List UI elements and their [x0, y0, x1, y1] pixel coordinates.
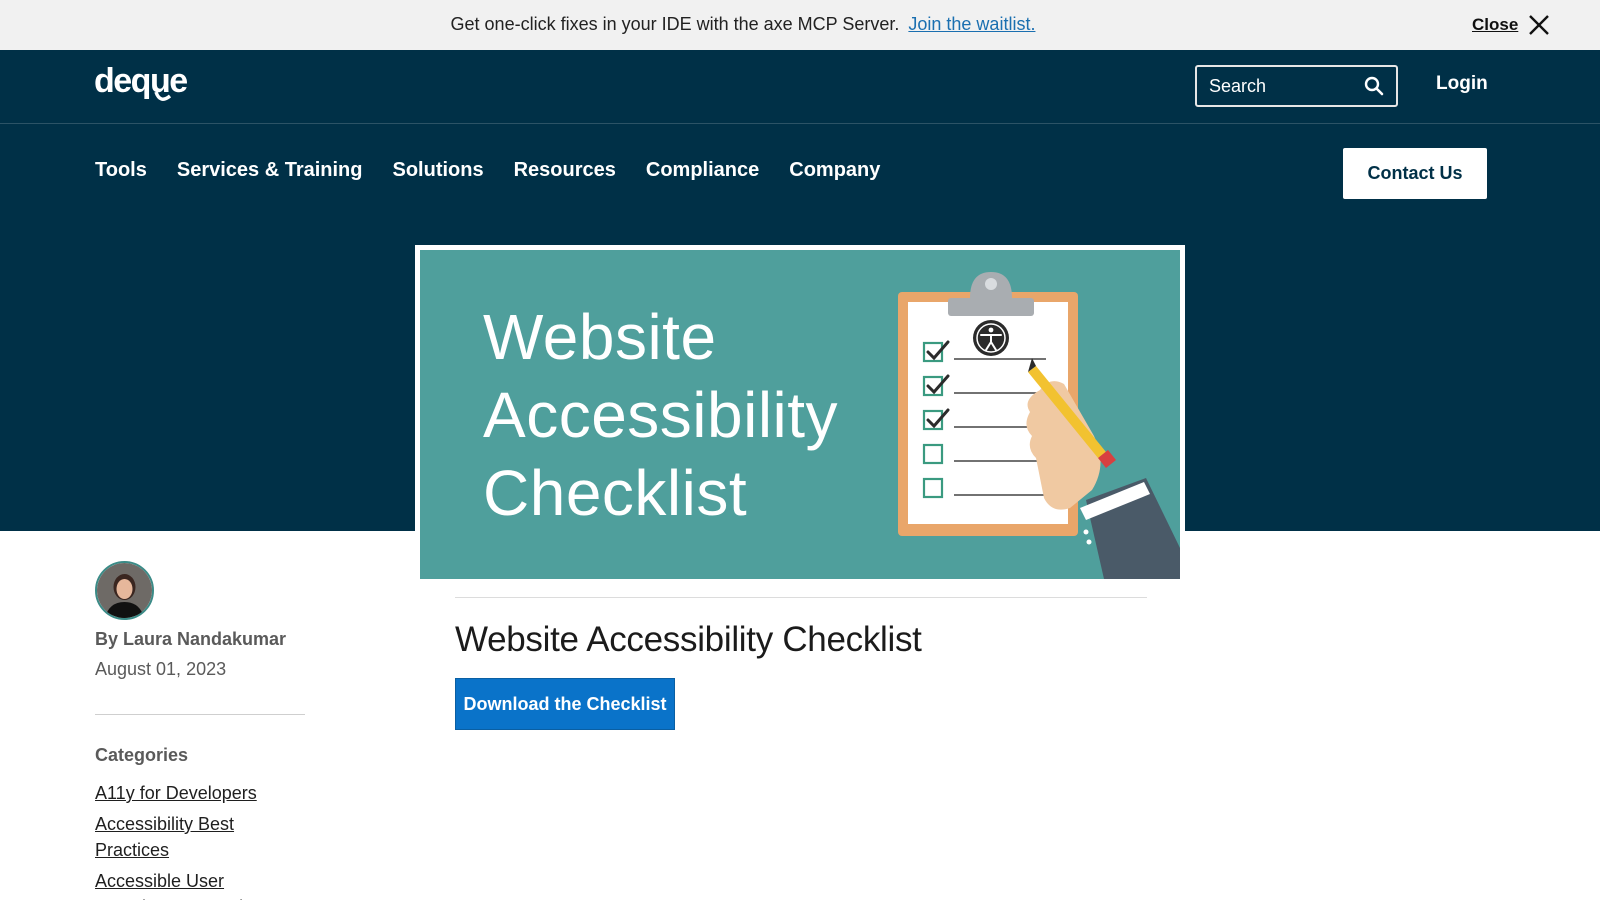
accessibility-icon	[973, 320, 1009, 356]
sidebar-divider	[95, 714, 305, 715]
nav-item-services-training[interactable]: Services & Training	[177, 159, 363, 182]
close-icon	[1529, 15, 1550, 35]
category-link-a11y-developers[interactable]: A11y for Developers	[95, 783, 257, 803]
join-waitlist-link[interactable]: Join the waitlist.	[908, 14, 1035, 34]
announcement-text: Get one-click fixes in your IDE with the…	[450, 14, 900, 34]
main-nav: Tools Services & Training Solutions Reso…	[95, 159, 910, 182]
close-label: Close	[1472, 15, 1519, 34]
nav-item-compliance[interactable]: Compliance	[646, 159, 759, 182]
list-item: Accessible User Experience & Design	[95, 868, 305, 900]
author-photo	[97, 563, 152, 618]
categories-heading: Categories	[95, 745, 189, 765]
nav-item-solutions[interactable]: Solutions	[393, 159, 484, 182]
announcement-bar: Get one-click fixes in your IDE with the…	[0, 0, 1600, 50]
hero-banner: Website Accessibility Checklist	[420, 250, 1180, 579]
page-title: Website Accessibility Checklist	[455, 620, 922, 659]
nav-item-tools[interactable]: Tools	[95, 159, 147, 182]
download-checklist-button[interactable]: Download the Checklist	[455, 678, 675, 730]
svg-text:deque: deque	[94, 64, 187, 100]
hero-title: Website Accessibility Checklist	[483, 298, 838, 532]
announcement-text-wrap: Get one-click fixes in your IDE with the…	[0, 0, 1486, 50]
category-link-best-practices[interactable]: Accessibility Best Practices	[95, 814, 234, 860]
hero-title-line-2: Accessibility	[483, 379, 839, 451]
search-placeholder: Search	[1209, 76, 1267, 96]
login-link[interactable]: Login	[1436, 73, 1488, 95]
header-divider	[0, 123, 1600, 124]
contact-us-button[interactable]: Contact Us	[1343, 148, 1487, 199]
list-item: Accessibility Best Practices	[95, 811, 305, 863]
close-announcement-button[interactable]: Close	[1472, 12, 1552, 38]
nav-item-resources[interactable]: Resources	[514, 159, 616, 182]
content-divider	[455, 597, 1147, 598]
hero-image: Website Accessibility Checklist	[415, 245, 1185, 580]
author-byline: By Laura Nandakumar	[95, 629, 287, 649]
hero-title-line-3: Checklist	[483, 457, 748, 529]
list-item: A11y for Developers	[95, 780, 305, 806]
hero-title-line-1: Website	[483, 301, 717, 373]
nav-item-company[interactable]: Company	[789, 159, 880, 182]
clipboard-illustration	[898, 272, 1180, 579]
author-avatar	[95, 561, 154, 620]
deque-logo[interactable]: deque	[94, 64, 204, 104]
search-icon[interactable]	[1364, 76, 1384, 96]
categories-list: A11y for Developers Accessibility Best P…	[95, 780, 305, 900]
search-input[interactable]: Search	[1195, 65, 1398, 107]
publish-date: August 01, 2023	[95, 659, 227, 679]
category-link-accessible-ux[interactable]: Accessible User Experience & Design	[95, 871, 263, 900]
